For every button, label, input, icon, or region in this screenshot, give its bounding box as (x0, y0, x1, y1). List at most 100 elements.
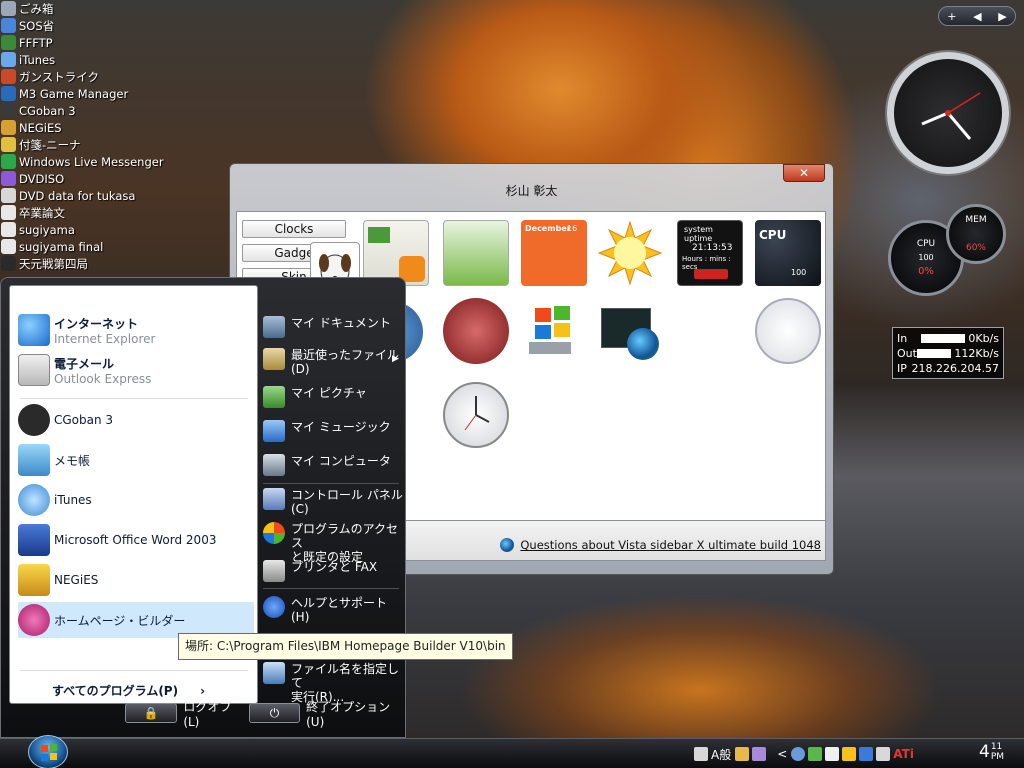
desktop-icon[interactable]: 付箋-ニーナ (0, 136, 170, 153)
taskbar-clock[interactable]: 4 11 PM (979, 742, 1004, 762)
desktop-icon[interactable]: SOS省 (0, 17, 170, 34)
keyboard-icon[interactable] (694, 747, 708, 761)
desktop-icon-label: sugiyama final (19, 239, 104, 254)
shutdown-label: 終了オプション(U) (306, 699, 391, 729)
right-run-label: ファイル名を指定して (291, 662, 400, 690)
desktop-icon[interactable]: ガンストライク (0, 68, 170, 85)
all-programs-button[interactable]: すべてのプログラム(P) › (52, 682, 205, 699)
desktop-icon[interactable]: M3 Game Manager (0, 85, 170, 102)
desktop-icon[interactable]: DVD data for tukasa (0, 187, 170, 204)
windows-flag-icon (529, 306, 571, 354)
memory-gauge: MEM 60% (946, 204, 1006, 264)
recent-itunes[interactable]: iTunes (18, 482, 254, 518)
window-title: 杉山 彰太 (505, 184, 558, 198)
slideshow-gadget-icon[interactable] (443, 220, 509, 286)
close-button[interactable]: ✕ (783, 164, 825, 182)
recent-word[interactable]: Microsoft Office Word 2003 (18, 522, 254, 558)
computer-icon (263, 454, 285, 476)
desktop-icon[interactable]: 天元戦第四局 (0, 255, 170, 272)
right-control-panel[interactable]: コントロール パネル (C) (263, 488, 403, 516)
pinned-internet[interactable]: インターネット Internet Explorer (18, 314, 155, 346)
right-printers[interactable]: プリンタと FAX (263, 560, 377, 582)
chevron-right-icon: › (200, 684, 206, 698)
right-control-panel-sub: (C) (291, 502, 309, 516)
recent-cgoban[interactable]: CGoban 3 (18, 402, 254, 438)
category-clocks-button[interactable]: Clocks (242, 220, 346, 238)
separator (20, 398, 248, 399)
desktop-icon[interactable]: sugiyama final (0, 238, 170, 255)
desktop-icon[interactable]: NEGiES (0, 119, 170, 136)
ime-tool-icon[interactable] (735, 747, 750, 761)
net-out-value: 112Kb/s (954, 347, 999, 360)
cpu-gadget-label: CPU (759, 228, 787, 242)
help-icon (263, 596, 285, 618)
desktop-icon[interactable]: iTunes (0, 51, 170, 68)
pictures-icon (263, 386, 285, 408)
gear-icon[interactable] (791, 747, 806, 761)
word-icon (18, 524, 50, 556)
right-my-computer[interactable]: マイ コンピュータ (263, 454, 391, 476)
recent-negies[interactable]: NEGiES (18, 562, 254, 598)
pinned-email[interactable]: 電子メール Outlook Express (18, 354, 151, 386)
cpu-meter-gadget[interactable]: CPU 100 0% MEM 60% (888, 204, 1018, 304)
logoff-button[interactable]: 🔒 ログオフ(L) (125, 700, 243, 729)
messenger-icon[interactable] (808, 747, 823, 761)
add-gadget-button[interactable]: + (947, 10, 956, 23)
network-globe-gadget-icon[interactable] (597, 298, 663, 364)
globe-icon (500, 538, 515, 552)
network-meter-gadget[interactable]: In 0Kb/s Out 112Kb/s IP 218.226.204.57 (892, 327, 1004, 379)
right-my-documents[interactable]: マイ ドキュメント (263, 316, 391, 338)
desktop-icon[interactable]: sugiyama (0, 221, 170, 238)
questions-link-text[interactable]: Questions about Vista sidebar X ultimate… (520, 538, 821, 552)
previous-page-button[interactable]: ◀ (973, 10, 981, 23)
right-my-music[interactable]: マイ ミュージック (263, 420, 391, 442)
ime-dict-icon[interactable] (752, 747, 767, 761)
network-icon[interactable] (859, 747, 874, 761)
desktop-icon[interactable]: CGoban 3 (0, 102, 170, 119)
right-my-pictures[interactable]: マイ ピクチャ (263, 386, 367, 408)
recent-homepage-builder-label: ホームページ・ビルダー (54, 613, 186, 628)
desktop-icon-label: CGoban 3 (19, 103, 76, 118)
globe-icon (627, 328, 659, 360)
calendar-day: 16 (567, 224, 578, 233)
analog-clock-gadget-icon[interactable] (443, 382, 509, 448)
right-program-access[interactable]: プログラムのアクセス と既定の設定 (263, 522, 405, 564)
shutdown-button[interactable]: ⏻ 終了オプション(U) (249, 700, 399, 729)
p-icon[interactable] (825, 747, 840, 761)
ime-indicator[interactable]: A般 (711, 746, 731, 763)
desktop-icon[interactable]: FFFTP (0, 34, 170, 51)
questions-link[interactable]: Questions about Vista sidebar X ultimate… (500, 538, 821, 552)
next-page-button[interactable]: ▶ (998, 10, 1006, 23)
ati-icon[interactable]: ATi (893, 747, 914, 761)
search-red-gadget-icon[interactable] (443, 298, 509, 364)
right-recent-files-sub: (D) (291, 362, 310, 376)
desktop-icon[interactable]: Windows Live Messenger (0, 153, 170, 170)
calendar-gadget-icon[interactable]: December 16 (521, 220, 587, 286)
right-help-support[interactable]: ヘルプとサポート(H) (263, 596, 405, 624)
start-menu[interactable]: インターネット Internet Explorer 電子メール Outlook Ex… (0, 277, 406, 738)
clock-face-icon (921, 92, 981, 140)
right-recent-files[interactable]: 最近使ったファイル (D) (263, 348, 399, 376)
right-program-access-label: プログラムのアクセス (291, 522, 399, 550)
clock-gadget[interactable] (887, 52, 1009, 174)
search-gadget-icon[interactable] (755, 298, 821, 364)
windows-computer-gadget-icon[interactable] (521, 298, 587, 364)
weather-sun-gadget-icon[interactable] (597, 220, 663, 286)
right-my-documents-label: マイ ドキュメント (291, 316, 391, 330)
memory-gauge-label: MEM (965, 215, 987, 225)
cpu-gadget-scale: 100 (791, 268, 807, 277)
show-hidden-icons-button[interactable]: < (777, 747, 787, 761)
desktop-icon[interactable]: DVDISO (0, 170, 170, 187)
cpu-gadget-icon[interactable]: CPU 100 (755, 220, 821, 286)
clock-icon (464, 396, 490, 431)
desktop-icon-label: M3 Game Manager (19, 86, 129, 101)
taskbar: A般 < ATi 4 11 PM (0, 735, 1024, 768)
start-button[interactable] (28, 735, 68, 768)
desktop-icon[interactable]: 卒業論文 (0, 204, 170, 221)
calendar-month: December (525, 224, 571, 233)
recent-notepad[interactable]: メモ帳 (18, 442, 254, 478)
system-uptime-gadget-icon[interactable]: system uptime 21:13:53 Hours : mins : se… (677, 220, 743, 286)
desktop-icon[interactable]: ごみ箱 (0, 0, 170, 17)
s-icon[interactable] (842, 747, 857, 761)
volume-icon[interactable] (876, 747, 891, 761)
